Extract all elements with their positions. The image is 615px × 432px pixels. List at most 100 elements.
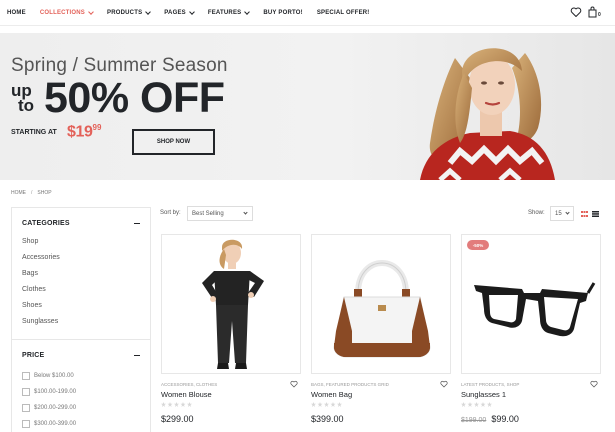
checkbox[interactable]: [22, 372, 30, 380]
product-price: $299.00: [161, 414, 194, 424]
category-item-sunglasses[interactable]: Sunglasses: [22, 314, 140, 330]
banner-to: to: [18, 96, 35, 115]
product-categories[interactable]: ACCESSORIES, CLOTHES: [161, 382, 217, 387]
rating-stars: [311, 402, 342, 407]
heart-icon[interactable]: [590, 380, 598, 388]
show-count-select[interactable]: 15: [550, 206, 574, 221]
chevron-down-icon: [243, 210, 248, 215]
product-categories[interactable]: BAGS, FEATURED PRODUCTS GRID: [311, 382, 389, 387]
product-name[interactable]: Women Blouse: [161, 390, 212, 399]
woman-blouse-image: [202, 239, 264, 369]
sale-badge: -50%: [467, 240, 489, 250]
shop-now-button[interactable]: SHOP NOW: [132, 129, 215, 155]
breadcrumb-separator: /: [31, 190, 33, 196]
rating-stars: [461, 402, 492, 407]
banner-price-cents: 99: [92, 123, 102, 132]
top-navigation: HOME COLLECTIONS PRODUCTS PAGES FEATURES…: [0, 0, 615, 26]
nav-item-collections[interactable]: COLLECTIONS: [40, 8, 94, 16]
category-item-shoes[interactable]: Shoes: [22, 298, 140, 314]
sidebar-divider: [12, 339, 150, 340]
grid-icon[interactable]: [581, 211, 588, 217]
women-bag-image: [333, 260, 431, 358]
banner-price: $1999: [67, 123, 101, 141]
product-name[interactable]: Women Bag: [311, 390, 352, 399]
main-menu: HOME COLLECTIONS PRODUCTS PAGES FEATURES…: [7, 0, 384, 26]
product-current-price: $399.00: [311, 414, 344, 424]
product-current-price: $299.00: [161, 414, 194, 424]
price-filter-item[interactable]: $100.00-199.00: [22, 384, 140, 400]
banner-model-image: [420, 48, 555, 180]
chevron-down-icon: [244, 8, 251, 15]
nav-item-products[interactable]: PRODUCTS: [107, 8, 152, 16]
chevron-down-icon: [88, 8, 94, 15]
sort-value: Best Selling: [192, 210, 224, 217]
nav-item-buy-porto[interactable]: BUY PORTO!: [263, 10, 302, 16]
sunglasses-image: [474, 282, 596, 337]
shopping-bag-icon: [588, 6, 597, 18]
collapse-icon[interactable]: [134, 354, 140, 356]
nav-item-label: SPECIAL OFFER!: [316, 10, 370, 16]
nav-item-home[interactable]: HOME: [7, 10, 26, 16]
nav-item-label: BUY PORTO!: [263, 10, 303, 16]
checkbox[interactable]: [22, 388, 30, 396]
product-image[interactable]: [311, 234, 451, 374]
cart-button[interactable]: 0: [588, 6, 601, 18]
category-item-shop[interactable]: Shop: [22, 234, 140, 250]
product-image[interactable]: [161, 234, 301, 374]
product-price: $399.00: [311, 414, 344, 424]
nav-item-label: PAGES: [164, 10, 186, 16]
rating-stars: [161, 402, 192, 407]
breadcrumb-home[interactable]: HOME: [11, 190, 26, 196]
price-filter-item[interactable]: $200.00-299.00: [22, 400, 140, 416]
price-filter-label: Below $100.00: [34, 373, 74, 379]
nav-item-label: PRODUCTS: [107, 10, 143, 16]
heart-icon[interactable]: [440, 380, 448, 388]
checkbox[interactable]: [22, 420, 30, 428]
product-card[interactable]: -50% LATEST PRODUCTS, SHOP Sunglasses 1 …: [461, 234, 601, 424]
banner-price-main: $19: [67, 123, 93, 141]
nav-item-features[interactable]: FEATURES: [207, 8, 251, 16]
sort-label: Sort by:: [160, 210, 181, 216]
heart-icon[interactable]: [290, 380, 298, 388]
collapse-icon[interactable]: [134, 222, 140, 224]
cart-count: 0: [598, 12, 601, 18]
product-categories[interactable]: LATEST PRODUCTS, SHOP: [461, 382, 519, 387]
price-filter-item[interactable]: Below $100.00: [22, 368, 140, 384]
product-card[interactable]: BAGS, FEATURED PRODUCTS GRID Women Bag $…: [311, 234, 451, 424]
nav-item-pages[interactable]: PAGES: [164, 8, 195, 16]
price-filter-label: $100.00-199.00: [34, 389, 77, 395]
header-icons: 0: [570, 6, 601, 18]
price-filter-label: $200.00-299.00: [34, 405, 77, 411]
product-price: $199.00 $99.00: [461, 414, 519, 424]
product-card[interactable]: ACCESSORIES, CLOTHES Women Blouse $299.0…: [161, 234, 301, 424]
price-filter-list: Below $100.00 $100.00-199.00 $200.00-299…: [12, 362, 150, 432]
hero-banner: Spring / Summer Season up to 50% OFF STA…: [0, 33, 615, 180]
checkbox[interactable]: [22, 404, 30, 412]
price-widget-header[interactable]: PRICE: [12, 348, 150, 362]
breadcrumb-current: SHOP: [37, 190, 52, 196]
nav-item-label: HOME: [7, 10, 26, 16]
show-value: 15: [555, 210, 562, 217]
list-icon[interactable]: [592, 211, 599, 217]
category-item-clothes[interactable]: Clothes: [22, 282, 140, 298]
product-image[interactable]: -50%: [461, 234, 601, 374]
breadcrumb: HOME / SHOP: [11, 190, 52, 196]
price-title: PRICE: [22, 351, 45, 359]
heart-icon[interactable]: [570, 6, 582, 18]
product-old-price: $199.00: [461, 417, 487, 424]
categories-widget-header[interactable]: CATEGORIES: [12, 216, 150, 230]
price-filter-item[interactable]: $300.00-399.00: [22, 416, 140, 432]
nav-item-label: FEATURES: [207, 10, 242, 16]
chevron-down-icon: [565, 210, 570, 215]
sort-select[interactable]: Best Selling: [187, 206, 253, 221]
category-item-accessories[interactable]: Accessories: [22, 250, 140, 266]
show-label: Show:: [528, 210, 545, 216]
chevron-down-icon: [189, 8, 195, 15]
banner-starting-at: STARTING AT: [11, 129, 57, 136]
price-filter-label: $300.00-399.00: [34, 421, 77, 427]
category-item-bags[interactable]: Bags: [22, 266, 140, 282]
chevron-down-icon: [145, 8, 152, 15]
nav-item-special-offer[interactable]: SPECIAL OFFER!: [317, 10, 370, 16]
product-name[interactable]: Sunglasses 1: [461, 390, 506, 399]
product-current-price: $99.00: [491, 414, 519, 424]
